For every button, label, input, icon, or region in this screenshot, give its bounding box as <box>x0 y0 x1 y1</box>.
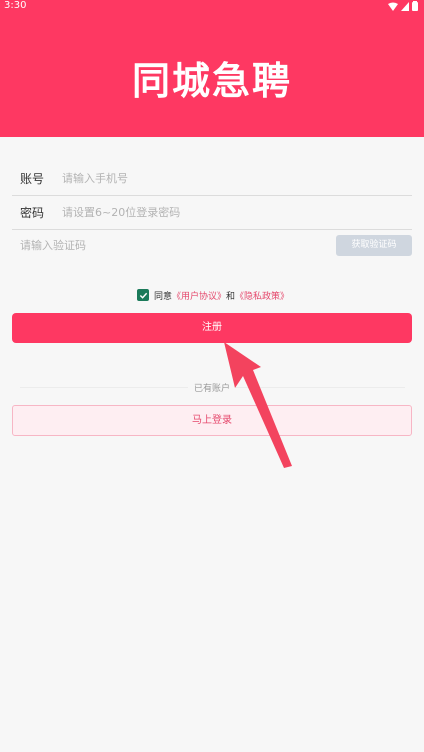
header-banner: 3:30 同城急聘 <box>0 0 424 137</box>
privacy-policy-link[interactable]: 《隐私政策》 <box>235 289 289 302</box>
app-title: 同城急聘 <box>131 59 292 103</box>
status-time: 3:30 <box>4 0 27 11</box>
password-input[interactable] <box>62 201 382 223</box>
agreement-and: 和 <box>226 291 236 302</box>
password-row: 密码 <box>12 195 412 230</box>
battery-icon <box>412 1 418 11</box>
verification-code-input[interactable] <box>20 234 300 256</box>
get-code-button[interactable]: 获取验证码 <box>336 235 412 256</box>
signal-icon <box>401 1 409 11</box>
wifi-icon <box>388 2 398 11</box>
status-icons <box>388 1 418 11</box>
account-row: 账号 <box>12 161 412 196</box>
user-agreement-link[interactable]: 《用户协议》 <box>172 289 226 302</box>
have-account-label: 已有账户 <box>187 384 236 394</box>
password-label: 密码 <box>20 206 45 220</box>
agreement-prefix: 同意 <box>154 291 173 302</box>
status-bar: 3:30 <box>0 0 424 12</box>
agreement-checkbox[interactable] <box>137 289 149 301</box>
check-icon <box>139 292 147 299</box>
login-button[interactable]: 马上登录 <box>12 405 412 436</box>
have-account-text: 已有账户 <box>0 381 424 394</box>
agreement-row: 同意 《用户协议》 和 《隐私政策》 <box>137 288 289 302</box>
register-button[interactable]: 注册 <box>12 313 412 343</box>
account-label: 账号 <box>20 172 45 186</box>
phone-input[interactable] <box>62 167 382 189</box>
